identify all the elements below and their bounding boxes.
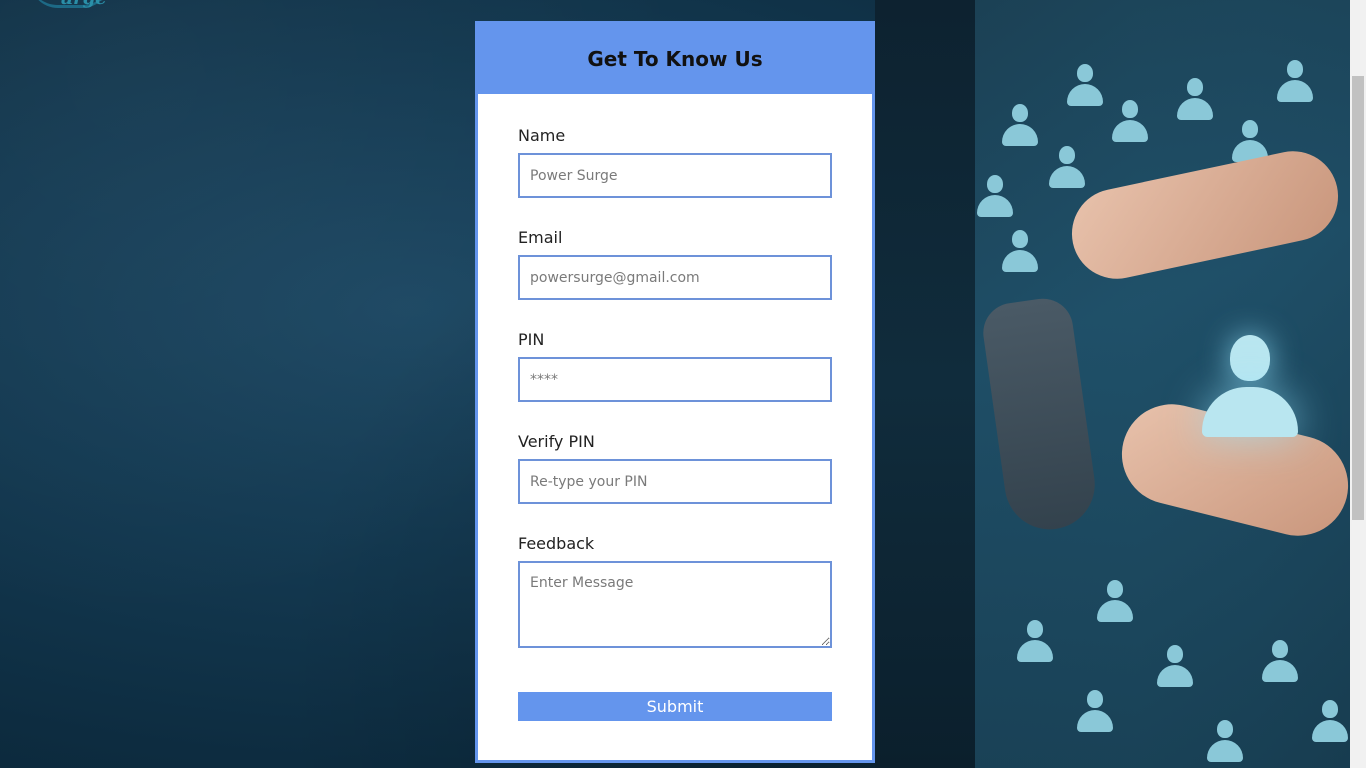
person-icon <box>1310 700 1350 744</box>
email-field-group: Email <box>518 228 832 300</box>
submit-button[interactable]: Submit <box>518 692 832 721</box>
person-icon <box>1175 78 1215 122</box>
name-input[interactable] <box>518 153 832 198</box>
person-icon <box>975 175 1015 219</box>
form-title: Get To Know Us <box>587 47 763 71</box>
verify-pin-field-group: Verify PIN <box>518 432 832 504</box>
feedback-field-group: Feedback <box>518 534 832 652</box>
pin-label: PIN <box>518 330 545 349</box>
scrollbar-thumb[interactable] <box>1352 76 1364 520</box>
person-icon <box>1000 230 1040 274</box>
person-icon <box>1015 620 1055 664</box>
person-icon <box>1205 720 1245 764</box>
feedback-form: Name Email PIN Verify PIN Feedback Submi… <box>478 94 872 721</box>
person-icon <box>1095 580 1135 624</box>
highlighted-person-icon <box>1200 335 1300 439</box>
person-icon <box>1275 60 1315 104</box>
person-icon <box>1000 104 1040 148</box>
person-icon <box>1260 640 1300 684</box>
pin-input[interactable] <box>518 357 832 402</box>
name-field-group: Name <box>518 126 832 198</box>
person-icon <box>1155 645 1195 689</box>
person-icon <box>1065 64 1105 108</box>
email-input[interactable] <box>518 255 832 300</box>
feedback-textarea[interactable] <box>518 561 832 648</box>
feedback-form-card: Get To Know Us Name Email PIN Verify PIN… <box>475 21 875 763</box>
hero-image <box>875 0 1350 768</box>
name-label: Name <box>518 126 566 145</box>
site-logo: urge <box>60 0 107 9</box>
verify-pin-label: Verify PIN <box>518 432 595 451</box>
page-scrollbar[interactable] <box>1350 0 1366 768</box>
person-icon <box>1110 100 1150 144</box>
feedback-label: Feedback <box>518 534 595 553</box>
email-label: Email <box>518 228 563 247</box>
verify-pin-input[interactable] <box>518 459 832 504</box>
person-icon <box>1075 690 1115 734</box>
pin-field-group: PIN <box>518 330 832 402</box>
person-icon <box>1047 146 1087 190</box>
form-header: Get To Know Us <box>478 24 872 94</box>
